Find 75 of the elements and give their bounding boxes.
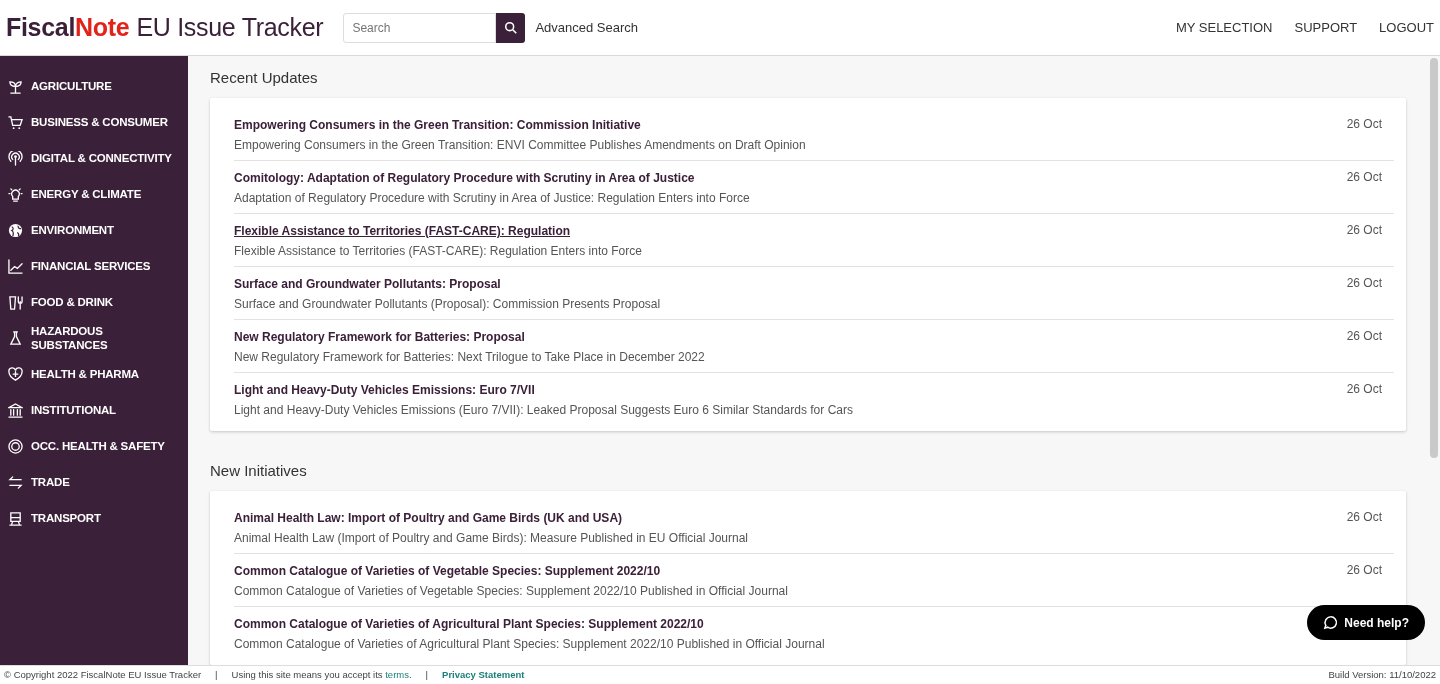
item-summary: Common Catalogue of Varieties of Vegetable Species: Supplement 2022/10 Published in Official Journal [234, 583, 788, 599]
terms-link[interactable]: terms [385, 668, 409, 680]
search-button[interactable] [496, 12, 526, 43]
item-date: 26 Oct [1346, 222, 1383, 239]
item-date: 26 Oct [1346, 275, 1383, 292]
product-name: EU Issue Tracker [136, 12, 324, 41]
bulb-icon [8, 186, 23, 202]
nav-link[interactable]: SUPPORT [1294, 17, 1358, 38]
sidebar-item[interactable]: FOOD & DRINK [31, 294, 113, 310]
build-version: Build Version: 11/10/2022 [1328, 667, 1436, 682]
logo-text: Fiscal [6, 12, 76, 41]
sidebar-item[interactable]: FINANCIAL SERVICES [31, 258, 151, 274]
chat-bubble-icon [1323, 615, 1339, 630]
cup-fork-icon [8, 294, 23, 310]
privacy-link[interactable]: Privacy Statement [442, 667, 525, 683]
item-date: 26 Oct [1346, 169, 1383, 186]
divider: | [425, 667, 429, 682]
cart-icon [8, 114, 23, 130]
item-summary: Animal Health Law (Import of Poultry and Game Birds): Measure Published in EU Official Journal [234, 530, 748, 546]
item-date: 26 Oct [1346, 562, 1383, 579]
item-summary: Common Catalogue of Varieties of Agricultural Plant Species: Supplement 2022/10 Published in Official Journal [234, 636, 825, 652]
item-summary: Adaptation of Regulatory Procedure with Scrutiny in Area of Justice: Regulation Enters into Force [234, 190, 750, 206]
antenna-icon [8, 150, 23, 166]
ring-icon [8, 438, 23, 454]
item-title[interactable]: Comitology: Adaptation of Regulatory Procedure with Scrutiny in Area of Justice [234, 170, 695, 186]
train-icon [8, 510, 23, 526]
item-date: 26 Oct [1346, 381, 1383, 398]
advanced-search-link[interactable]: Advanced Search [535, 17, 638, 38]
nav-link[interactable]: LOGOUT [1379, 17, 1434, 38]
flask-icon [8, 330, 23, 346]
sidebar-item[interactable]: INSTITUTIONAL [31, 402, 116, 418]
item-summary: Light and Heavy-Duty Vehicles Emissions (Euro 7/VII): Leaked Proposal Suggests Euro 6 Similar Standards for Cars [234, 402, 853, 418]
sidebar-item[interactable]: HEALTH & PHARMA [31, 366, 139, 382]
sprout-icon [8, 78, 23, 94]
terms-text: Using this site means you accept its terms. [231, 667, 412, 682]
nav-link[interactable]: MY SELECTION [1175, 17, 1273, 38]
sidebar-item[interactable]: BUSINESS & CONSUMER [31, 114, 168, 130]
item-title[interactable]: Surface and Groundwater Pollutants: Proposal [234, 276, 501, 292]
item-title[interactable]: Empowering Consumers in the Green Transition: Commission Initiative [234, 117, 641, 133]
search-icon [503, 20, 518, 35]
help-button[interactable]: Need help? [1307, 605, 1425, 640]
section-title: New Initiatives [210, 461, 308, 481]
item-title[interactable]: New Regulatory Framework for Batteries: Proposal [234, 329, 525, 345]
sidebar-item[interactable]: DIGITAL & CONNECTIVITY [31, 150, 172, 166]
item-summary: New Regulatory Framework for Batteries: Next Trilogue to Take Place in December 2022 [234, 349, 705, 365]
item-date: 26 Oct [1346, 509, 1383, 526]
copyright-text: © Copyright 2022 FiscalNote EU Issue Tracker [4, 667, 202, 682]
chart-icon [8, 258, 23, 274]
logo[interactable]: FiscalNote EU Issue Tracker [6, 8, 324, 47]
scrollbar[interactable] [1430, 58, 1438, 458]
sidebar-item[interactable]: AGRICULTURE [31, 78, 112, 94]
sidebar-item[interactable]: ENVIRONMENT [31, 222, 114, 238]
item-date: 26 Oct [1346, 328, 1383, 345]
item-summary: Surface and Groundwater Pollutants (Proposal): Commission Presents Proposal [234, 296, 661, 312]
search-field[interactable]: Search [343, 12, 497, 43]
logo-text: Note [75, 12, 130, 41]
item-title[interactable]: Flexible Assistance to Territories (FAST-CARE): Regulation [234, 223, 571, 239]
item-title[interactable]: Common Catalogue of Varieties of Agricultural Plant Species: Supplement 2022/10 [234, 616, 704, 632]
item-summary: Empowering Consumers in the Green Transition: ENVI Committee Publishes Amendments on Draft Opinion [234, 137, 806, 153]
sidebar-item[interactable]: HAZARDOUS SUBSTANCES [31, 323, 180, 353]
building-icon [8, 402, 23, 418]
item-title[interactable]: Animal Health Law: Import of Poultry and Game Birds (UK and USA) [234, 510, 623, 526]
divider: | [215, 667, 218, 682]
item-title[interactable]: Light and Heavy-Duty Vehicles Emissions: Euro 7/VII [234, 382, 535, 398]
sidebar-item[interactable]: TRANSPORT [31, 510, 101, 526]
heart-plus-icon [8, 366, 23, 382]
item-title[interactable]: Common Catalogue of Varieties of Vegetable Species: Supplement 2022/10 [234, 563, 661, 579]
sidebar-item[interactable]: ENERGY & CLIMATE [31, 186, 142, 202]
sidebar-item[interactable]: OCC. HEALTH & SAFETY [31, 438, 165, 454]
item-summary: Flexible Assistance to Territories (FAST-CARE): Regulation Enters into Force [234, 243, 642, 259]
item-date: 26 Oct [1346, 116, 1383, 133]
globe-icon [8, 222, 23, 238]
arrows-icon [8, 474, 23, 490]
section-title: Recent Updates [210, 68, 319, 88]
sidebar-item[interactable]: TRADE [31, 474, 70, 490]
